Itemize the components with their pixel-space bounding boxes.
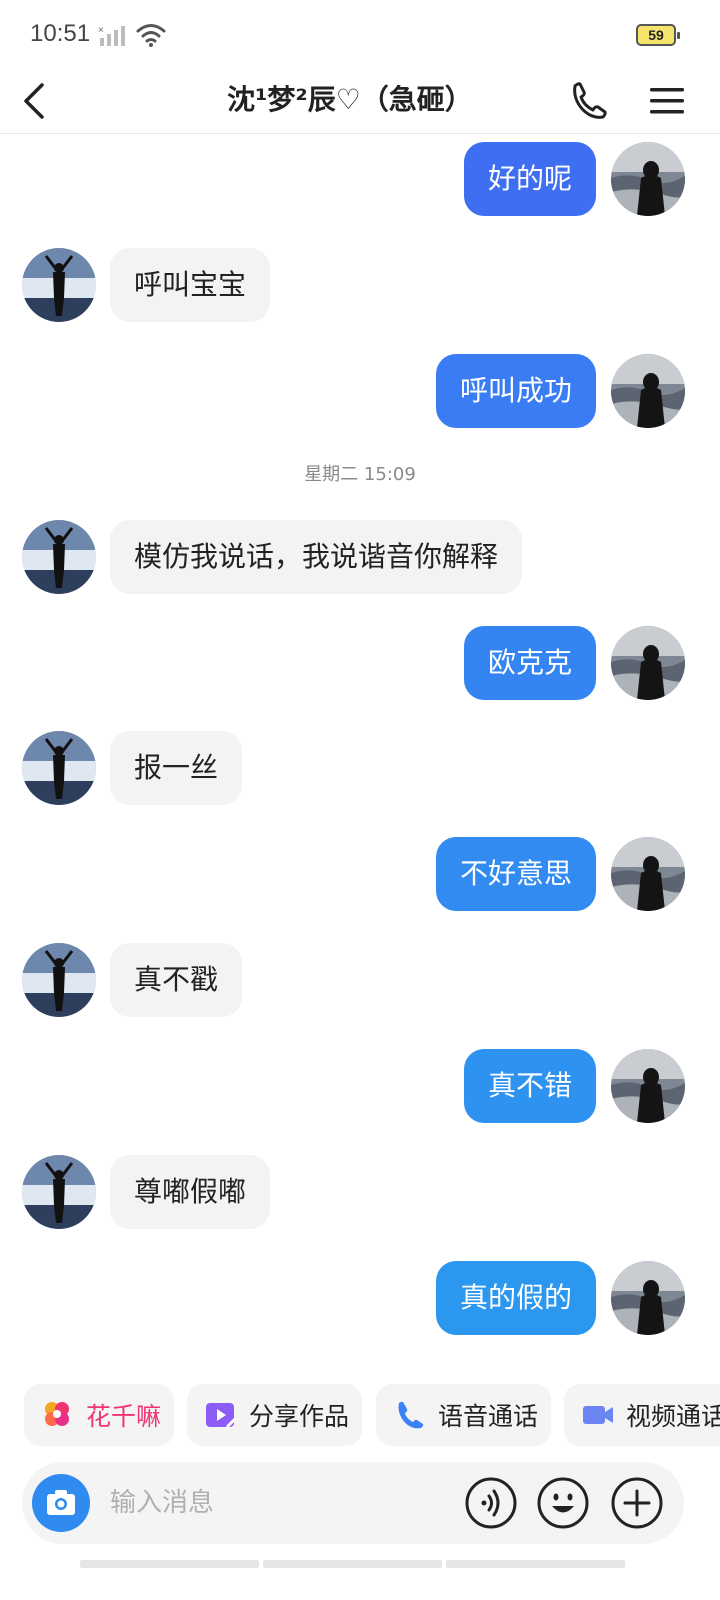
chevron-left-icon — [24, 83, 44, 119]
message-bubble-outgoing[interactable]: 真不错 — [463, 1049, 596, 1123]
quick-action-label: 分享作品 — [249, 1402, 350, 1431]
phone-icon — [398, 1401, 424, 1429]
self-avatar[interactable] — [611, 354, 685, 428]
self-avatar[interactable] — [611, 142, 685, 216]
flower-icon — [45, 1402, 69, 1426]
status-time: 10:51 — [30, 20, 91, 47]
menu-icon — [650, 88, 684, 114]
message-bubble-incoming[interactable]: 呼叫宝宝 — [110, 248, 271, 322]
message-bubble-outgoing[interactable]: 好的呢 — [463, 142, 596, 216]
self-avatar[interactable] — [611, 1049, 685, 1123]
contact-avatar[interactable] — [22, 731, 96, 805]
self-avatar[interactable] — [611, 1261, 685, 1335]
wifi-icon — [136, 24, 166, 47]
battery-indicator: 59 — [636, 24, 680, 46]
emoji-icon — [537, 1477, 589, 1529]
message-list[interactable]: 好的呢 呼叫宝宝 呼叫成功 星期二 15:09 模仿我说话，我说谐音你解释 欧克… — [0, 135, 720, 1365]
video-camera-icon — [583, 1406, 613, 1424]
message-input[interactable] — [110, 1480, 440, 1526]
contact-avatar[interactable] — [22, 943, 96, 1017]
quick-action-label: 视频通话 — [626, 1402, 720, 1431]
quick-action-flower[interactable]: 花千嘛 — [24, 1384, 174, 1446]
plus-button[interactable] — [610, 1476, 664, 1530]
emoji-button[interactable] — [536, 1476, 590, 1530]
back-button[interactable] — [14, 76, 58, 126]
message-bubble-outgoing[interactable]: 呼叫成功 — [435, 354, 596, 428]
message-bubble-incoming[interactable]: 真不戳 — [110, 943, 243, 1017]
plus-icon — [611, 1477, 663, 1529]
quick-action-share-work[interactable]: 分享作品 — [187, 1384, 362, 1446]
voice-button[interactable] — [464, 1476, 518, 1530]
quick-action-label: 花千嘛 — [86, 1402, 162, 1431]
svg-text:×: × — [98, 25, 104, 36]
voice-icon — [465, 1477, 517, 1529]
phone-icon — [573, 82, 607, 119]
message-composer — [22, 1462, 684, 1544]
message-bubble-incoming[interactable]: 模仿我说话，我说谐音你解释 — [110, 520, 523, 594]
contact-avatar[interactable] — [22, 520, 96, 594]
message-bubble-incoming[interactable]: 尊嘟假嘟 — [110, 1155, 271, 1229]
quick-action-voice-call[interactable]: 语音通话 — [376, 1384, 551, 1446]
message-bubble-outgoing[interactable]: 真的假的 — [435, 1261, 596, 1335]
message-bubble-incoming[interactable]: 报一丝 — [110, 731, 243, 805]
page-title: 沈¹梦²辰♡（急砸） — [227, 83, 473, 116]
camera-button[interactable] — [32, 1474, 90, 1532]
self-avatar[interactable] — [611, 626, 685, 700]
call-button[interactable] — [566, 76, 610, 126]
menu-button[interactable] — [644, 76, 690, 126]
gesture-bar — [80, 1560, 625, 1568]
message-timestamp: 星期二 15:09 — [304, 464, 416, 485]
status-bar: 10:51 × 59 — [0, 0, 720, 70]
quick-action-label: 语音通话 — [438, 1402, 539, 1431]
contact-avatar[interactable] — [22, 1155, 96, 1229]
quick-action-video-call[interactable]: 视频通话 — [564, 1384, 720, 1446]
message-bubble-outgoing[interactable]: 不好意思 — [435, 837, 596, 911]
signal-icon: × — [98, 25, 125, 46]
chat-header: 沈¹梦²辰♡（急砸） — [0, 70, 720, 134]
camera-icon — [47, 1490, 75, 1515]
self-avatar[interactable] — [611, 837, 685, 911]
contact-avatar[interactable] — [22, 248, 96, 322]
quick-action-bar[interactable]: 花千嘛 分享作品 语音通话 视频通话 — [0, 1384, 720, 1446]
video-share-icon — [206, 1403, 237, 1429]
message-bubble-outgoing[interactable]: 欧克克 — [463, 626, 596, 700]
